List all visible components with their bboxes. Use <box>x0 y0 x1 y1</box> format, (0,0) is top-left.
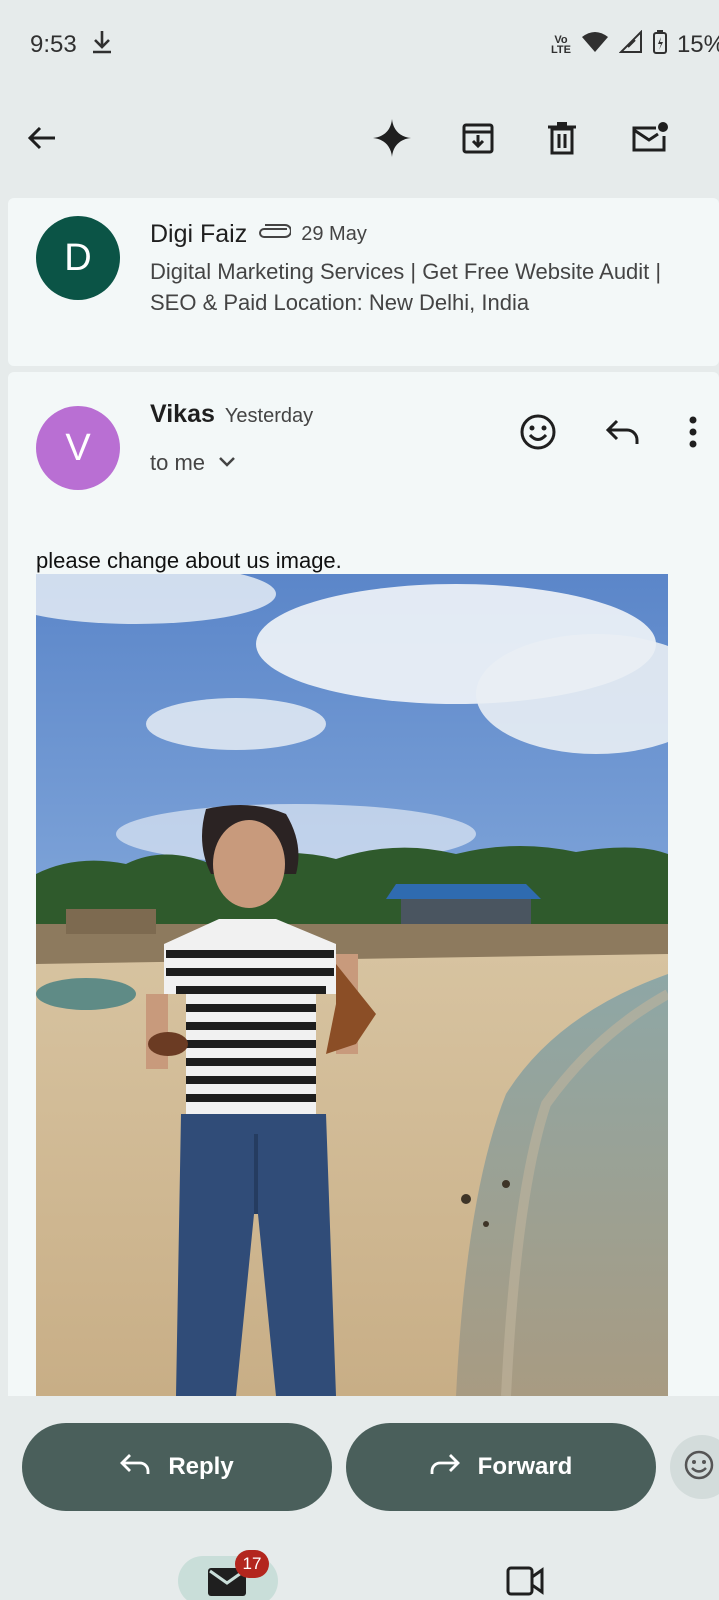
message-body: please change about us image. <box>36 548 342 573</box>
attached-photo[interactable] <box>36 574 668 1396</box>
signal-icon <box>618 29 643 61</box>
avatar: V <box>36 406 120 490</box>
delete-button[interactable] <box>538 116 586 164</box>
avatar-letter: D <box>64 236 92 279</box>
reply-icon <box>605 419 639 450</box>
gemini-button[interactable] <box>368 116 416 164</box>
sparkle-icon <box>373 118 411 162</box>
sender-name: Vikas <box>150 400 215 428</box>
previous-message-card[interactable]: D Digi Faiz 29 May Digital Marketing Ser… <box>8 198 719 366</box>
bottom-navigation <box>0 1540 719 1600</box>
archive-button[interactable] <box>454 116 502 164</box>
sender-name: Digi Faiz <box>150 220 248 248</box>
message-snippet: Digital Marketing Services | Get Free We… <box>150 259 662 315</box>
emoji-icon <box>520 414 556 455</box>
more-vert-icon <box>689 416 697 453</box>
recipient-label: to me <box>150 450 206 475</box>
app-bar <box>0 100 719 180</box>
reply-icon <box>120 1453 150 1482</box>
wifi-icon <box>581 31 609 60</box>
unread-count-badge: 17 <box>235 1550 269 1578</box>
back-button[interactable] <box>18 116 66 164</box>
mark-unread-button[interactable] <box>626 116 674 164</box>
battery-level: 15% <box>676 31 719 58</box>
message-date: 29 May <box>301 223 367 245</box>
recipient-toggle[interactable]: to me <box>150 450 235 476</box>
reply-icon-button[interactable] <box>598 410 646 458</box>
video-camera-icon <box>506 1566 544 1600</box>
avatar: D <box>36 216 120 300</box>
archive-icon <box>462 122 494 159</box>
status-time: 9:53 <box>30 31 77 58</box>
forward-icon <box>430 1453 460 1482</box>
volte-indicator: Vo LTE <box>550 34 571 56</box>
arrow-left-icon <box>27 125 57 156</box>
mark-unread-icon <box>631 121 669 159</box>
more-options-button[interactable] <box>678 410 708 458</box>
chevron-down-icon <box>219 454 235 472</box>
react-button[interactable] <box>514 410 562 458</box>
trash-icon <box>548 121 576 160</box>
emoji-reaction-button[interactable] <box>670 1435 719 1499</box>
battery-icon <box>652 29 667 61</box>
nav-meet-tab[interactable] <box>506 1566 544 1600</box>
forward-button[interactable]: Forward <box>346 1423 656 1511</box>
reply-label: Reply <box>168 1453 234 1480</box>
message-date: Yesterday <box>224 405 314 427</box>
status-bar: 9:53 Vo LTE 15% <box>0 0 719 90</box>
bottom-action-bar: Reply Forward <box>0 1396 719 1540</box>
avatar-letter: V <box>65 426 91 469</box>
reply-button[interactable]: Reply <box>22 1423 332 1511</box>
attachment-icon <box>257 224 293 245</box>
download-icon <box>91 29 113 62</box>
emoji-icon <box>684 1450 714 1485</box>
forward-label: Forward <box>477 1453 573 1480</box>
